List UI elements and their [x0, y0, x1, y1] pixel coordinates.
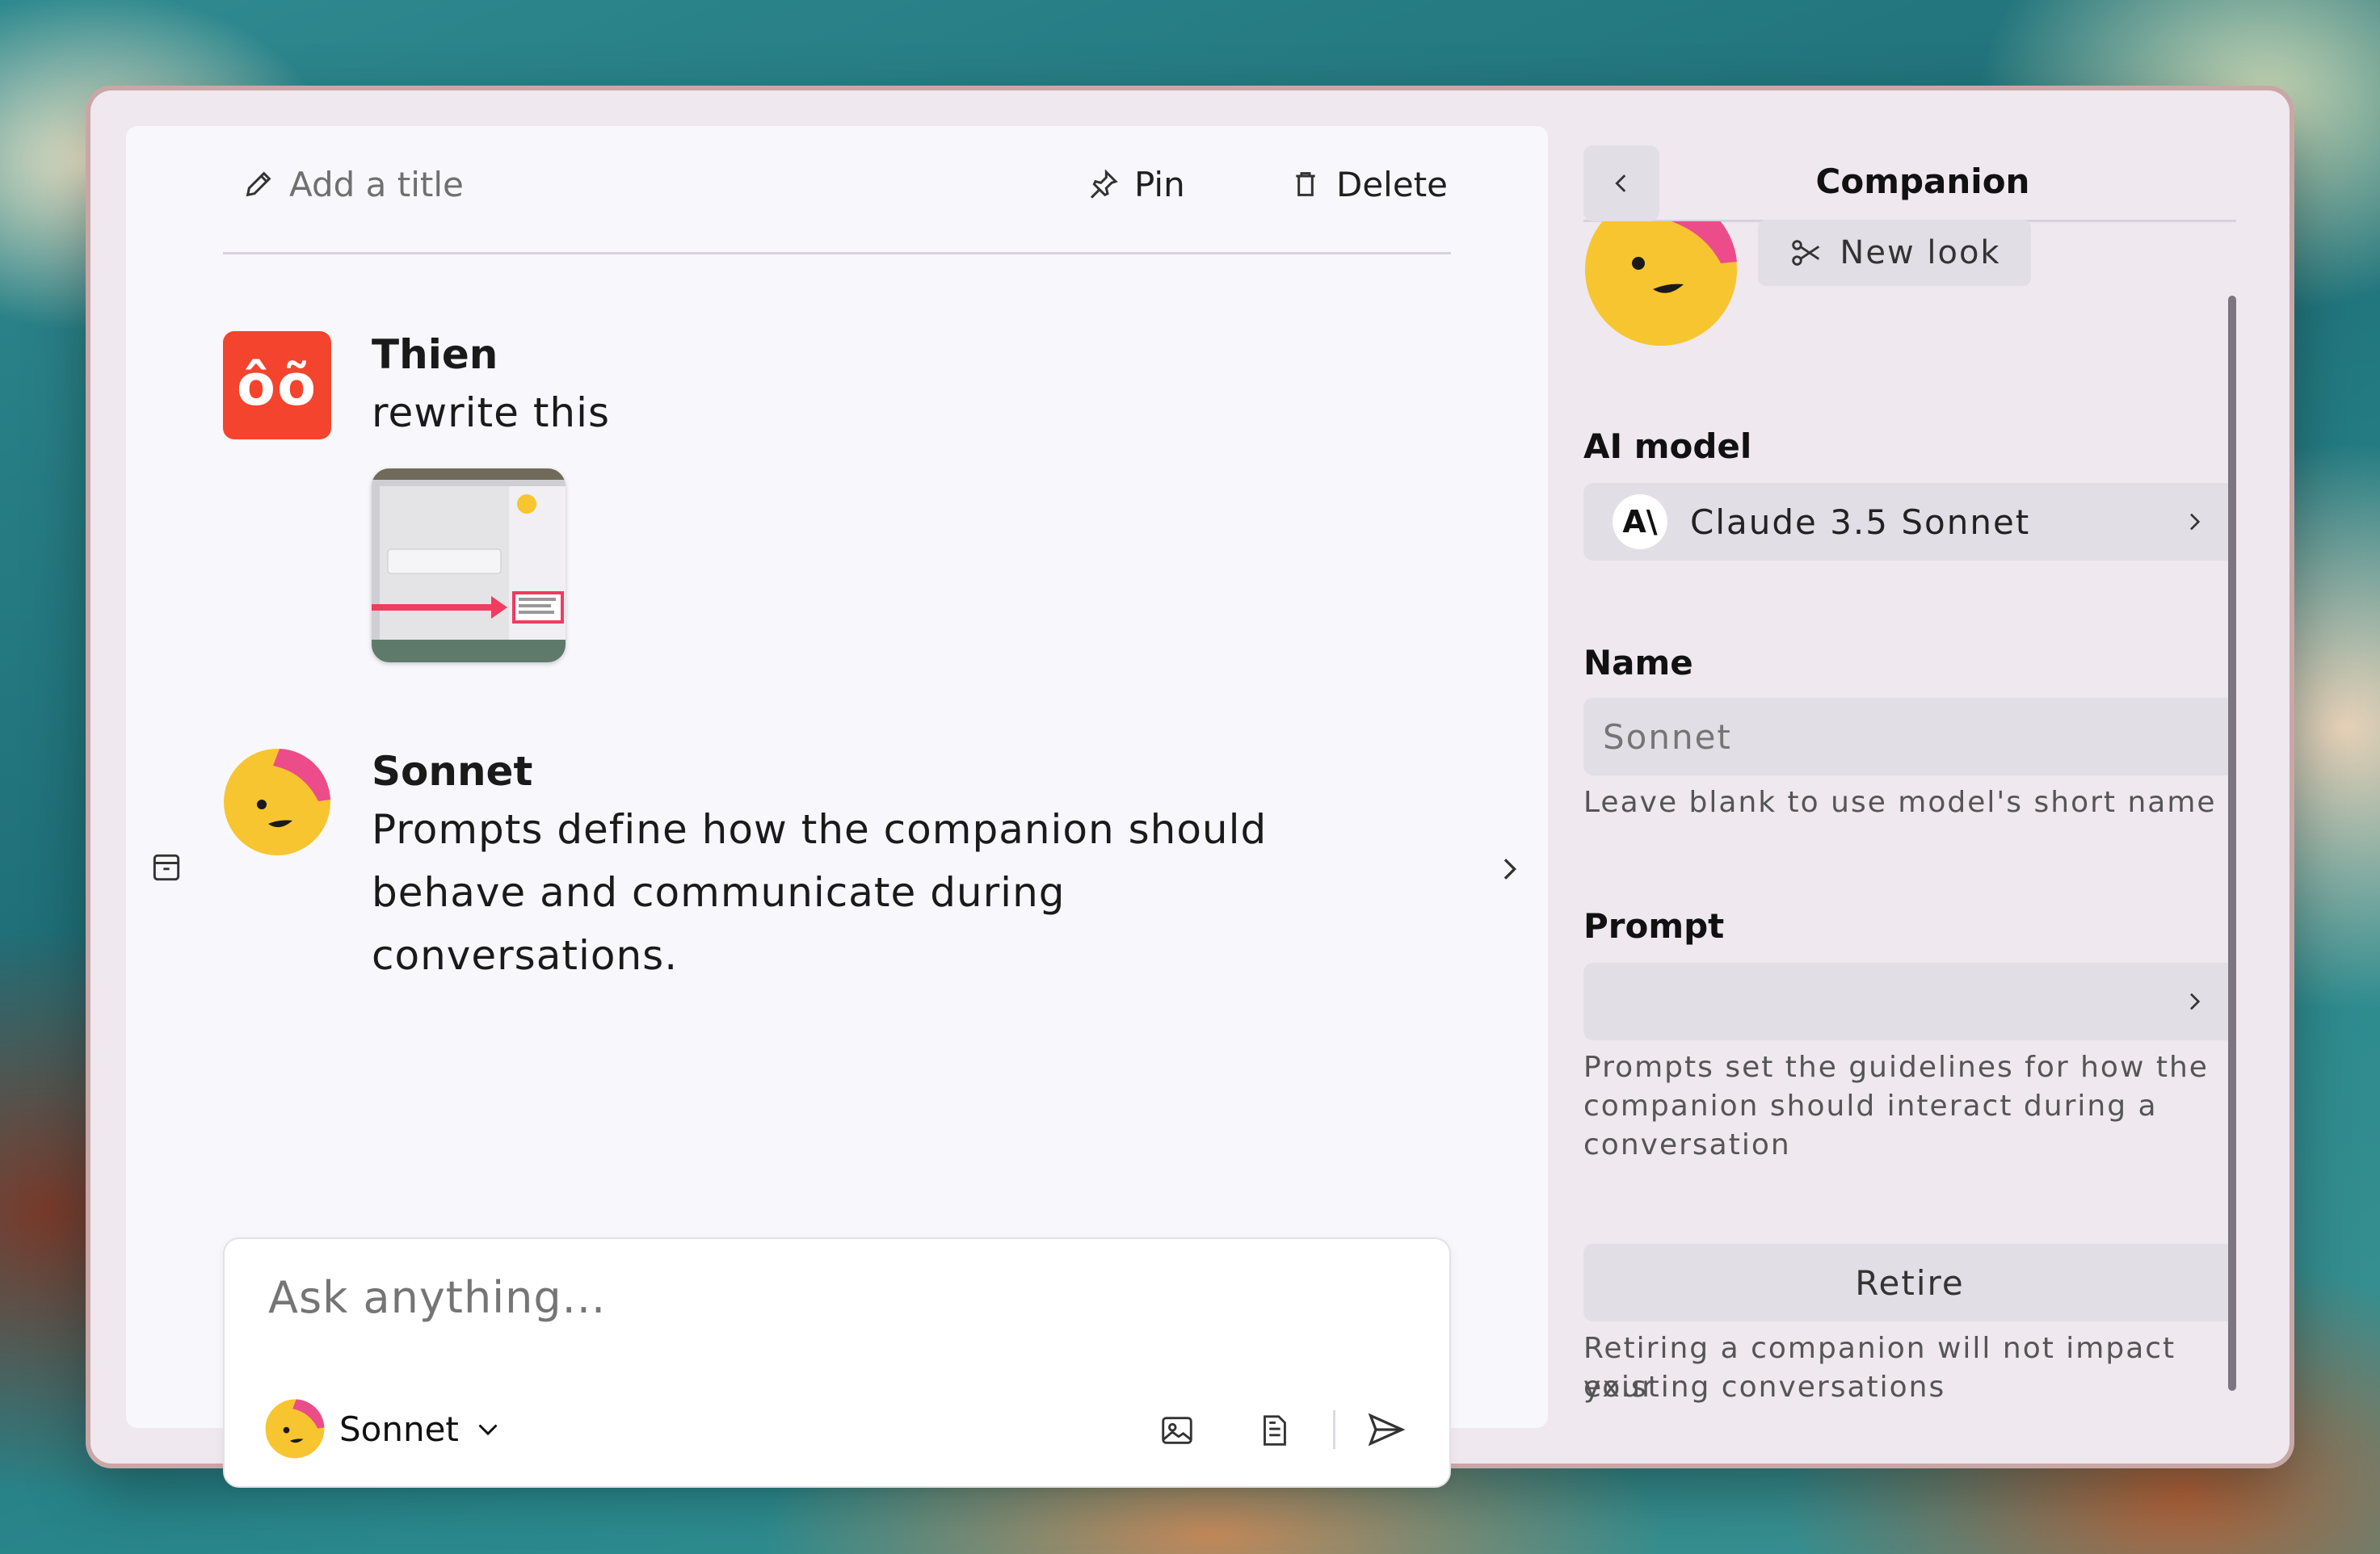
sonnet-avatar — [224, 749, 330, 855]
message-text: rewrite this — [372, 389, 611, 436]
name-input[interactable] — [1583, 698, 2236, 775]
chat-toolbar: Add a title Pin Delete — [223, 126, 1451, 254]
screenshot-thumbnail-image — [372, 468, 566, 662]
chevron-right-icon[interactable] — [1493, 853, 1525, 885]
pin-label: Pin — [1134, 164, 1185, 204]
avatar-thien: ôõ — [223, 331, 331, 439]
chevron-down-icon — [478, 1424, 498, 1436]
message-thien: ôõ Thien rewrite this — [223, 331, 1435, 670]
message-author: Thien — [372, 331, 498, 378]
message-line-2: behave and communicate during — [372, 869, 1066, 916]
message-author: Sonnet — [372, 748, 533, 795]
companion-avatar[interactable] — [1583, 221, 1739, 347]
back-button[interactable] — [1583, 145, 1659, 221]
name-hint: Leave blank to use model's short name — [1583, 786, 2217, 819]
anthropic-logo-icon: A\ — [1613, 494, 1667, 549]
prompt-hint-line-2: companion should interact during a — [1583, 1090, 2158, 1123]
send-icon[interactable] — [1365, 1409, 1407, 1451]
ai-model-label: AI model — [1583, 426, 1752, 466]
panel-header: Companion — [1583, 126, 2236, 222]
ai-model-selector[interactable]: A\ Claude 3.5 Sonnet — [1583, 483, 2236, 561]
chevron-right-icon — [2190, 513, 2201, 531]
app-window: Add a title Pin Delete ôõ Thien rewrite … — [90, 90, 2290, 1488]
pin-icon — [1090, 169, 1118, 199]
chat-panel: Add a title Pin Delete ôõ Thien rewrite … — [126, 126, 1548, 1488]
new-look-label: New look — [1840, 234, 2001, 271]
model-selector-label: Sonnet — [339, 1409, 459, 1449]
delete-label: Delete — [1336, 164, 1448, 204]
model-selector[interactable]: Sonnet — [265, 1399, 502, 1459]
archive-icon[interactable] — [149, 850, 184, 885]
title-placeholder: Add a title — [289, 164, 464, 204]
chevron-left-icon — [1615, 174, 1626, 192]
trash-icon — [1296, 172, 1315, 196]
pencil-icon — [246, 171, 271, 197]
retire-hint-line-2: existing conversations — [1583, 1371, 1946, 1404]
image-attachment-thumbnail[interactable] — [372, 468, 566, 662]
sonnet-avatar-small — [265, 1399, 325, 1459]
prompt-hint-line-3: conversation — [1583, 1128, 1791, 1161]
prompt-label: Prompt — [1583, 906, 1725, 946]
prompt-hint-line-1: Prompts set the guidelines for how the — [1583, 1051, 2209, 1084]
document-icon[interactable] — [1255, 1412, 1293, 1449]
delete-button[interactable]: Delete — [1289, 160, 1448, 208]
companion-panel: Companion New look AI model A\ Claude 3.… — [1583, 126, 2254, 1428]
message-line-3: conversations. — [372, 932, 679, 979]
retire-button[interactable]: Retire — [1583, 1244, 2236, 1321]
add-title-button[interactable]: Add a title — [242, 160, 464, 208]
divider — [1333, 1410, 1335, 1449]
message-sonnet: Sonnet Prompts define how the companion … — [223, 748, 1451, 1014]
name-label: Name — [1583, 643, 1693, 682]
scissors-icon — [1792, 240, 1820, 266]
new-look-button[interactable]: New look — [1758, 220, 2031, 286]
prompt-selector[interactable] — [1583, 963, 2236, 1040]
chevron-right-icon — [2190, 993, 2201, 1010]
composer: Sonnet — [223, 1237, 1451, 1488]
pin-button[interactable]: Pin — [1087, 160, 1185, 208]
message-line-1: Prompts define how the companion should — [372, 806, 1268, 853]
image-upload-icon[interactable] — [1158, 1412, 1196, 1449]
ai-model-value: Claude 3.5 Sonnet — [1690, 502, 2031, 542]
ask-input[interactable] — [267, 1271, 1320, 1324]
panel-scrollbar[interactable] — [2228, 296, 2236, 1391]
panel-title: Companion — [1815, 162, 2030, 201]
